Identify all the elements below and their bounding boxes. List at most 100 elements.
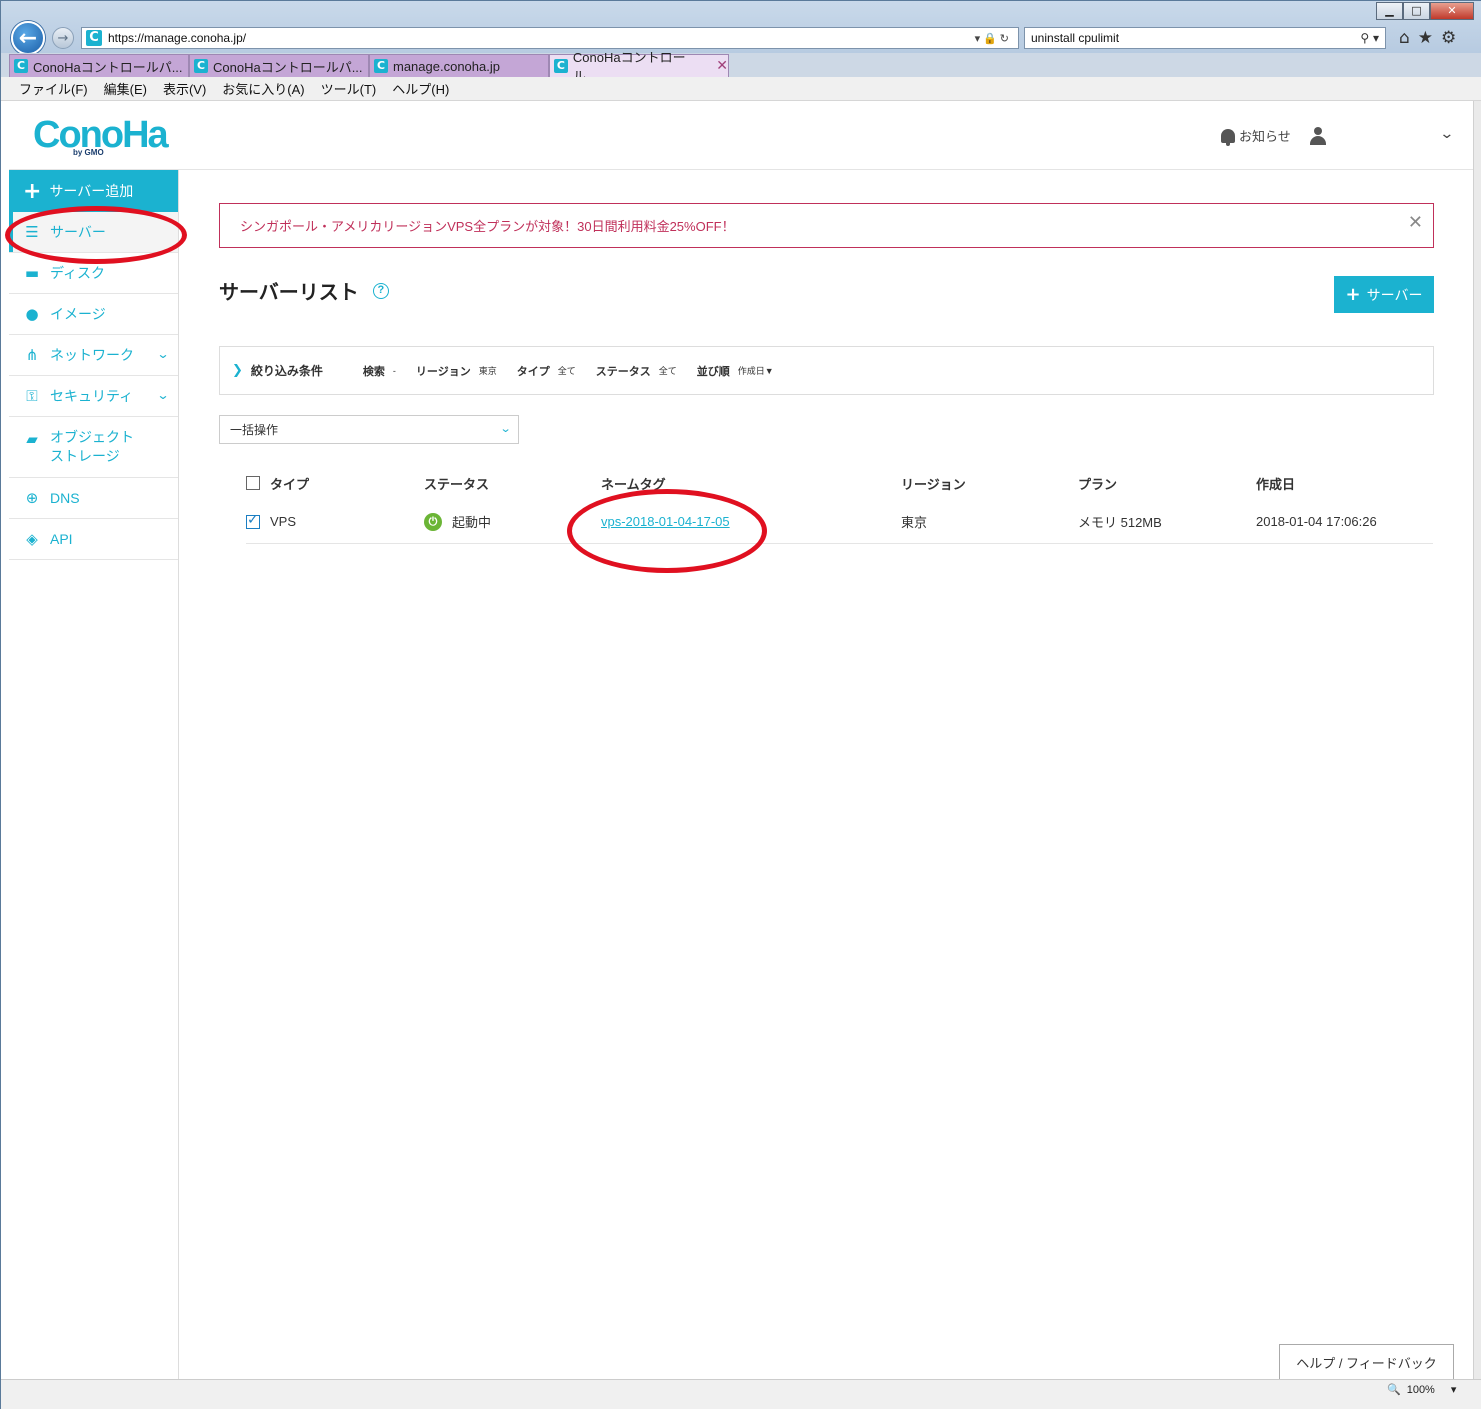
address-tools-icons[interactable]: ▾🔒↻ — [975, 32, 1018, 45]
chevron-right-icon[interactable]: ❯ — [232, 363, 243, 378]
tab-4-active[interactable]: CConoHaコントロール...✕ — [549, 50, 729, 84]
sidebar-item-image[interactable]: ● イメージ — [9, 294, 178, 335]
sidebar-item-label: DNS — [50, 490, 80, 506]
address-url[interactable]: https://manage.conoha.jp/ — [108, 31, 975, 45]
menu-file[interactable]: ファイル(F) — [19, 79, 88, 98]
disk-icon: ▬ — [24, 264, 40, 282]
promo-banner: シンガポール・アメリカリージョンVPS全プランが対象！30日間利用料金25%OF… — [219, 203, 1434, 248]
filter-search-value: - — [392, 365, 396, 376]
dns-globe-icon: ⊕ — [25, 489, 39, 507]
tab-3[interactable]: Cmanage.conoha.jp — [369, 54, 549, 77]
page-title-text: サーバーリスト — [219, 282, 359, 304]
home-icon[interactable]: ⌂ — [1399, 28, 1410, 48]
minimize-button[interactable]: ▁ — [1376, 2, 1403, 20]
conoha-logo[interactable]: ConoHa by GMO — [33, 114, 169, 157]
sidebar-item-object-storage[interactable]: ▰ オブジェクト ストレージ — [9, 417, 178, 478]
status-bar: 🔍 100% ▾ — [1, 1379, 1481, 1409]
sidebar-item-label: セキュリティ — [50, 388, 134, 404]
address-bar[interactable]: C https://manage.conoha.jp/ ▾🔒↻ — [81, 27, 1019, 49]
page-scrollbar[interactable] — [1473, 101, 1481, 1379]
sidebar-item-security[interactable]: ⚿ セキュリティ ⌄ — [9, 376, 178, 417]
bulk-action-select[interactable]: 一括操作 ⌄ — [219, 415, 519, 444]
tab-1[interactable]: C ConoHaコントロールパ... — [9, 54, 189, 77]
favorites-star-icon[interactable]: ★ — [1418, 28, 1433, 48]
table-header-row: タイプ ステータス ネームタグ リージョン プラン 作成日 — [246, 466, 1433, 500]
menu-help[interactable]: ヘルプ(H) — [392, 79, 449, 98]
filter-panel[interactable]: ❯ 絞り込み条件 検索 - リージョン 東京 タイプ 全て ステータス 全て 並… — [219, 346, 1434, 395]
sidebar-item-label: ディスク — [50, 265, 106, 281]
col-header-status: ステータス — [424, 476, 490, 492]
col-header-type: タイプ — [270, 476, 310, 492]
search-box[interactable]: uninstall cpulimit ⚲ ▾ — [1024, 27, 1386, 49]
site-favicon: C — [86, 30, 102, 46]
search-icon[interactable]: ⚲ ▾ — [1360, 31, 1385, 45]
menu-favorites[interactable]: お気に入り(A) — [222, 79, 304, 98]
menu-bar: ファイル(F) 編集(E) 表示(V) お気に入り(A) ツール(T) ヘルプ(… — [1, 77, 1481, 101]
cell-plan: メモリ 512MB — [1078, 515, 1162, 530]
bell-icon — [1221, 128, 1235, 146]
tab-2[interactable]: C ConoHaコントロールパ... — [189, 54, 369, 77]
sidebar-item-label: イメージ — [50, 306, 106, 322]
search-input[interactable]: uninstall cpulimit — [1031, 31, 1360, 45]
tab-bar: C ConoHaコントロールパ... C ConoHaコントロールパ... Cman… — [1, 50, 1481, 84]
plus-icon: + — [1345, 284, 1361, 305]
tab-close-icon[interactable]: ✕ — [716, 58, 728, 74]
folder-icon: ▰ — [26, 430, 38, 448]
notice-link[interactable]: お知らせ — [1221, 126, 1291, 146]
row-checkbox[interactable] — [246, 512, 260, 529]
filter-region-value: 東京 — [478, 366, 497, 376]
zoom-control[interactable]: 🔍 100% ▾ — [1387, 1383, 1457, 1397]
bulk-action-label: 一括操作 — [230, 423, 279, 437]
tab-favicon: C — [14, 59, 28, 73]
add-server-button[interactable]: + サーバー — [1334, 276, 1434, 313]
zoom-magnifier-icon: 🔍 — [1387, 1384, 1401, 1396]
col-header-region: リージョン — [901, 476, 966, 492]
api-icon: ◈ — [26, 530, 38, 548]
user-icon[interactable] — [1310, 127, 1326, 145]
tab-label: ConoHaコントロールパ... — [213, 59, 363, 75]
filter-title[interactable]: 絞り込み条件 — [251, 362, 323, 379]
page-content: ConoHa by GMO お知らせ ⌄ + サーバー追加 ☰ サーバー ▬ デ… — [9, 102, 1473, 1379]
forward-button[interactable]: → — [52, 27, 74, 49]
filter-type-value: 全て — [557, 366, 576, 376]
tab-favicon: C — [374, 59, 388, 73]
back-arrow-icon: ← — [18, 25, 38, 51]
chevron-down-icon: ⌄ — [156, 388, 170, 402]
chevron-down-icon: ▾ — [1450, 1384, 1457, 1396]
app-header: ConoHa by GMO お知らせ ⌄ — [9, 102, 1473, 170]
chevron-down-icon: ⌄ — [156, 347, 170, 361]
col-header-created: 作成日 — [1256, 476, 1296, 492]
sidebar-item-dns[interactable]: ⊕ DNS — [9, 478, 178, 519]
sidebar-item-label: ネットワーク — [50, 347, 134, 363]
nametag-link[interactable]: vps-2018-01-04-17-05 — [601, 514, 730, 529]
help-question-icon[interactable]: ? — [372, 282, 389, 299]
close-icon[interactable]: ✕ — [1408, 212, 1423, 233]
menu-edit[interactable]: 編集(E) — [104, 79, 147, 98]
table-row[interactable]: VPS ⏻ 起動中 vps-2018-01-04-17-05 東京 メモリ 512… — [246, 500, 1433, 544]
tab-favicon: C — [194, 59, 208, 73]
filter-sort-value[interactable]: 作成日▼ — [738, 364, 774, 377]
menu-tools[interactable]: ツール(T) — [321, 79, 377, 98]
promo-banner-text: シンガポール・アメリカリージョンVPS全プランが対象！30日間利用料金25%OF… — [240, 219, 735, 234]
server-table: タイプ ステータス ネームタグ リージョン プラン 作成日 VPS ⏻ 起動中 v… — [246, 466, 1433, 544]
sidebar-item-server[interactable]: ☰ サーバー — [9, 212, 178, 253]
sidebar-item-api[interactable]: ◈ API — [9, 519, 178, 560]
power-on-icon: ⏻ — [424, 512, 442, 531]
filter-sort-key: 並び順 — [696, 365, 730, 378]
sidebar-item-label: サーバー — [50, 224, 106, 240]
user-menu-chevron-down-icon[interactable]: ⌄ — [1439, 126, 1454, 142]
settings-gear-icon[interactable]: ⚙ — [1441, 28, 1456, 48]
maximize-button[interactable]: □ — [1403, 2, 1430, 20]
menu-view[interactable]: 表示(V) — [163, 79, 206, 98]
select-all-checkbox[interactable] — [246, 476, 260, 490]
sidebar-item-disk[interactable]: ▬ ディスク — [9, 253, 178, 294]
sidebar-item-network[interactable]: ⋔ ネットワーク ⌄ — [9, 335, 178, 376]
tab-favicon: C — [554, 59, 568, 73]
filter-type-key: タイプ — [516, 365, 550, 378]
sidebar-add-server-button[interactable]: + サーバー追加 — [9, 170, 178, 212]
help-feedback-button[interactable]: ヘルプ / フィードバック — [1279, 1344, 1454, 1379]
cell-status: 起動中 — [452, 515, 492, 530]
col-header-nametag: ネームタグ — [601, 476, 666, 492]
back-button[interactable]: ← — [11, 21, 45, 55]
close-window-button[interactable]: ✕ — [1430, 2, 1474, 20]
